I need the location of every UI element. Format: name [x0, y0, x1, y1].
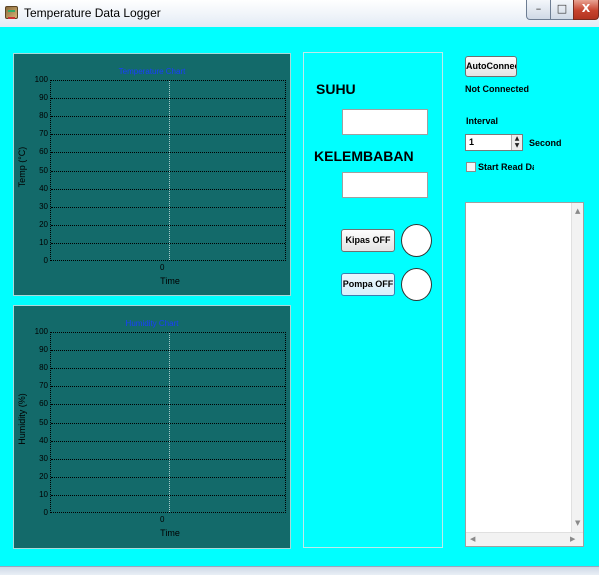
- pompa-toggle-button[interactable]: Pompa OFF: [341, 273, 395, 296]
- log-vertical-scrollbar[interactable]: ▲ ▼: [571, 203, 583, 533]
- temperature-chart-title: Temperature Chart: [118, 67, 186, 76]
- scroll-right-icon[interactable]: ▶: [570, 535, 575, 543]
- y-tick-label: 10: [39, 489, 48, 499]
- readings-panel: SUHU KELEMBABAN Kipas OFF Pompa OFF: [303, 52, 443, 548]
- horizontal-gridline: [51, 494, 285, 496]
- horizontal-gridline: [51, 134, 285, 136]
- autoconnect-button[interactable]: AutoConnect: [465, 56, 517, 77]
- maximize-button[interactable]: □: [550, 0, 574, 20]
- y-tick-label: 40: [39, 435, 48, 445]
- horizontal-gridline: [51, 422, 285, 424]
- y-tick-label: 50: [39, 165, 48, 175]
- horizontal-gridline: [51, 242, 285, 244]
- autoconnect-label: AutoConnect: [466, 61, 516, 71]
- pompa-status-indicator: [401, 268, 432, 301]
- y-tick-label: 30: [39, 201, 48, 211]
- spin-up-icon[interactable]: ▲: [512, 135, 522, 142]
- y-tick-label: 30: [39, 453, 48, 463]
- close-icon: X: [581, 2, 591, 15]
- maximize-icon: □: [556, 2, 568, 15]
- app-window: Temperature Data Logger – □ X Temperatur…: [0, 0, 599, 575]
- y-tick-label: 90: [39, 93, 48, 103]
- interval-value: 1: [469, 137, 475, 147]
- y-tick-label: 20: [39, 219, 48, 229]
- suhu-label: SUHU: [316, 81, 356, 97]
- y-tick-label: 0: [43, 256, 48, 265]
- temperature-chart: Temperature Chart Temp (°C) 0 Time 100 90…: [13, 53, 291, 296]
- temperature-x-tick: 0: [160, 263, 165, 272]
- horizontal-gridline: [51, 170, 285, 172]
- y-tick-label: 60: [39, 399, 48, 409]
- close-button[interactable]: X: [573, 0, 599, 20]
- horizontal-gridline: [51, 476, 285, 478]
- horizontal-gridline: [51, 152, 285, 154]
- window-bottom-border: [0, 566, 599, 575]
- scroll-up-icon[interactable]: ▲: [575, 207, 580, 215]
- horizontal-gridline: [51, 404, 285, 406]
- log-horizontal-scrollbar[interactable]: ◀ ▶: [466, 532, 583, 546]
- interval-label: Interval: [466, 116, 499, 126]
- y-tick-label: 100: [34, 75, 48, 84]
- horizontal-gridline: [51, 386, 285, 388]
- horizontal-gridline: [51, 188, 285, 190]
- y-tick-label: 0: [43, 508, 48, 517]
- y-tick-label: 90: [39, 345, 48, 355]
- kipas-toggle-button[interactable]: Kipas OFF: [341, 229, 395, 252]
- window-title: Temperature Data Logger: [24, 6, 161, 20]
- scroll-down-icon[interactable]: ▼: [575, 519, 580, 527]
- log-textarea[interactable]: ▲ ▼ ◀ ▶: [465, 202, 584, 547]
- connection-status: Not Connected: [465, 84, 529, 94]
- y-tick-label: 10: [39, 237, 48, 247]
- horizontal-gridline: [51, 206, 285, 208]
- y-tick-label: 100: [34, 327, 48, 336]
- horizontal-gridline: [51, 350, 285, 352]
- humidity-chart-title: Humidity Chart: [125, 319, 179, 328]
- minimize-icon: –: [535, 2, 542, 15]
- interval-spinner[interactable]: 1 ▲ ▼: [465, 134, 523, 151]
- y-tick-label: 20: [39, 471, 48, 481]
- temperature-x-axis-label: Time: [160, 276, 180, 286]
- humidity-chart: Humidity Chart Humidity (%) 0 Time 100 90…: [13, 305, 291, 549]
- y-tick-label: 50: [39, 417, 48, 427]
- start-read-checkbox[interactable]: [466, 162, 476, 172]
- humidity-x-axis-label: Time: [160, 528, 180, 538]
- y-tick-label: 80: [39, 363, 48, 373]
- humidity-x-tick: 0: [160, 515, 165, 524]
- horizontal-gridline: [51, 224, 285, 226]
- suhu-value-field[interactable]: [342, 109, 428, 135]
- start-read-label[interactable]: Start Read Data: [478, 162, 534, 172]
- kipas-status-indicator: [401, 224, 432, 257]
- interval-unit-label: Second: [529, 138, 562, 148]
- kelembaban-value-field[interactable]: [342, 172, 428, 198]
- horizontal-gridline: [51, 116, 285, 118]
- y-tick-label: 70: [39, 381, 48, 391]
- y-tick-label: 40: [39, 183, 48, 193]
- minimize-button[interactable]: –: [526, 0, 551, 20]
- y-tick-label: 60: [39, 147, 48, 157]
- horizontal-gridline: [51, 368, 285, 370]
- humidity-plot-area: [50, 332, 286, 513]
- spinner-buttons: ▲ ▼: [511, 135, 522, 150]
- scroll-left-icon[interactable]: ◀: [470, 535, 475, 543]
- title-bar[interactable]: Temperature Data Logger – □ X: [0, 0, 599, 27]
- y-tick-label: 80: [39, 111, 48, 121]
- temperature-plot-area: [50, 80, 286, 261]
- kelembaban-label: KELEMBABAN: [314, 148, 414, 164]
- y-tick-label: 70: [39, 129, 48, 139]
- app-icon: [5, 6, 18, 19]
- horizontal-gridline: [51, 440, 285, 442]
- horizontal-gridline: [51, 458, 285, 460]
- horizontal-gridline: [51, 98, 285, 100]
- spin-down-icon[interactable]: ▼: [512, 142, 522, 149]
